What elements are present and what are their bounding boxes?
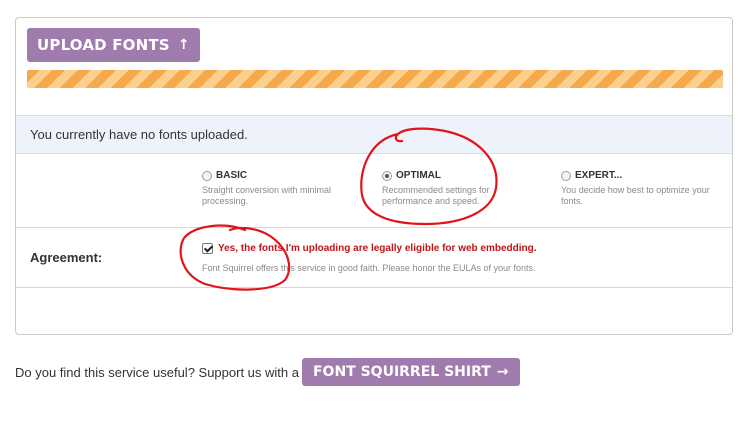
mode-optimal-label: OPTIMAL <box>396 170 441 181</box>
support-text: Do you find this service useful? Support… <box>15 364 299 380</box>
mode-basic[interactable]: BASIC Straight conversion with minimal p… <box>202 170 367 207</box>
mode-basic-description: Straight conversion with minimal process… <box>202 185 332 206</box>
mode-basic-label: BASIC <box>216 170 248 181</box>
mode-expert-description: You decide how best to optimize your fon… <box>561 185 710 206</box>
shirt-button-label: FONT SQUIRREL SHIRT <box>312 364 491 380</box>
agreement-label: Agreement: <box>30 250 103 265</box>
arrow-right-icon: → <box>496 364 509 380</box>
upload-panel: UPLOAD FONTS ↑ You currently have no fon… <box>15 17 733 335</box>
support-line: Do you find this service useful? Support… <box>15 358 520 386</box>
agreement-note: Font Squirrel offers this service in goo… <box>202 263 536 273</box>
mode-optimal-description: Recommended settings for performance and… <box>382 185 490 206</box>
mode-expert-label: EXPERT... <box>575 170 623 181</box>
agreement-checkbox[interactable] <box>202 243 213 254</box>
agreement-checkbox-group[interactable]: Yes, the fonts I'm uploading are legally… <box>202 243 537 254</box>
status-message-bar: You currently have no fonts uploaded. <box>16 115 732 154</box>
mode-optimal-radio[interactable] <box>382 170 392 181</box>
agreement-checkbox-text[interactable]: Yes, the fonts I'm uploading are legally… <box>218 243 537 254</box>
arrow-up-icon: ↑ <box>177 37 190 53</box>
mode-optimal[interactable]: OPTIMAL Recommended settings for perform… <box>382 170 497 207</box>
mode-basic-radio[interactable] <box>202 170 212 181</box>
mode-expert-radio[interactable] <box>561 170 571 181</box>
font-squirrel-shirt-button[interactable]: FONT SQUIRREL SHIRT → <box>301 358 520 386</box>
upload-progress-bar <box>27 70 723 88</box>
mode-expert[interactable]: EXPERT... You decide how best to optimiz… <box>561 170 726 207</box>
status-message: You currently have no fonts uploaded. <box>30 127 248 142</box>
upload-fonts-button[interactable]: UPLOAD FONTS ↑ <box>27 28 200 62</box>
upload-fonts-label: UPLOAD FONTS <box>37 36 170 54</box>
conversion-mode-row: BASIC Straight conversion with minimal p… <box>16 154 732 228</box>
agreement-row: Agreement: Yes, the fonts I'm uploading … <box>16 228 732 288</box>
